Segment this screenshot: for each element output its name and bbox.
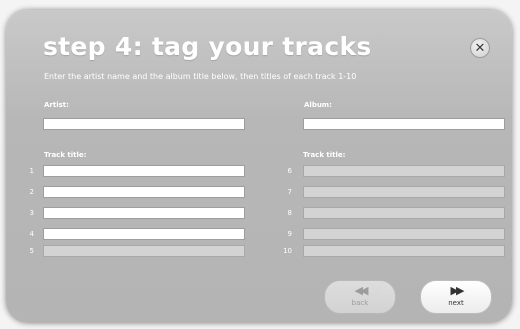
track-2-input[interactable]: [43, 186, 245, 198]
instructions-text: Enter the artist name and the album titl…: [44, 72, 357, 81]
next-label: next: [448, 299, 464, 307]
track-number: 2: [29, 188, 34, 196]
album-label: Album:: [304, 101, 332, 109]
track-5-input[interactable]: [43, 245, 245, 257]
album-input[interactable]: [303, 118, 505, 130]
track-title-label-right: Track title:: [303, 151, 346, 159]
back-label: back: [351, 299, 369, 307]
track-number: 9: [287, 230, 292, 238]
track-8-input[interactable]: [303, 207, 505, 219]
track-number: 3: [29, 209, 34, 217]
track-number: 8: [287, 209, 292, 217]
track-9-input[interactable]: [303, 228, 505, 240]
track-number: 10: [283, 247, 292, 255]
dialog-title: step 4: tag your tracks: [43, 32, 372, 61]
track-1-input[interactable]: [43, 165, 245, 177]
close-button[interactable]: ✕: [470, 38, 490, 58]
track-4-input[interactable]: [43, 228, 245, 240]
tag-tracks-dialog: step 4: tag your tracks ✕ Enter the arti…: [6, 10, 512, 323]
track-number: 5: [29, 247, 34, 255]
artist-input[interactable]: [43, 118, 245, 130]
close-icon: ✕: [474, 41, 486, 56]
rewind-icon: ◀◀: [354, 284, 369, 297]
track-6-input[interactable]: [303, 165, 505, 177]
track-10-input[interactable]: [303, 245, 505, 257]
track-number: 7: [287, 188, 292, 196]
track-3-input[interactable]: [43, 207, 245, 219]
artist-label: Artist:: [44, 101, 69, 109]
track-number: 4: [29, 230, 34, 238]
back-button[interactable]: ◀◀ back: [324, 280, 396, 314]
track-number: 6: [287, 167, 292, 175]
track-title-label-left: Track title:: [44, 151, 87, 159]
next-button[interactable]: ▶▶ next: [420, 280, 492, 314]
track-7-input[interactable]: [303, 186, 505, 198]
fast-forward-icon: ▶▶: [450, 284, 465, 297]
track-number: 1: [29, 167, 34, 175]
